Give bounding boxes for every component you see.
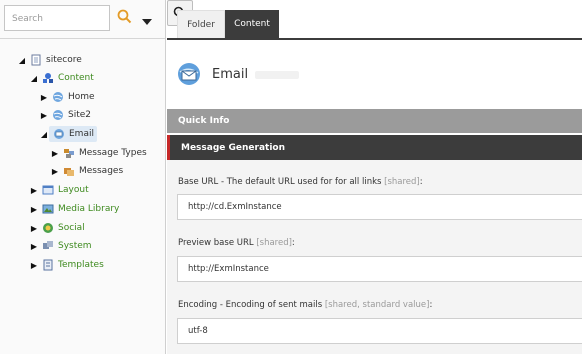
- content-tree-panel: ◢ sitecore ◢ Content ▶ Home ▶: [0, 0, 166, 354]
- tree-item-label: Email: [69, 129, 94, 139]
- chevron-down-icon[interactable]: [141, 12, 153, 25]
- search-icon[interactable]: [116, 8, 134, 26]
- item-title: Email: [212, 67, 249, 82]
- selected-item[interactable]: Email: [49, 126, 97, 142]
- collapsed-arrow-icon[interactable]: ▶: [50, 166, 60, 176]
- content-editor-window: ◢ sitecore ◢ Content ▶ Home ▶: [0, 0, 582, 354]
- tree-item-site2[interactable]: ▶ Site2: [39, 107, 91, 123]
- tree-item-sitecore[interactable]: ◢ sitecore: [17, 52, 82, 68]
- social-icon: [43, 223, 53, 233]
- tree-item-message-types[interactable]: ▶ Message Types: [50, 145, 147, 161]
- tree-item-label: Site2: [68, 110, 92, 120]
- base-url-label: Base URL - The default URL used for for …: [178, 177, 423, 187]
- tree-item-label: Content: [58, 73, 94, 83]
- messages-icon: [64, 168, 74, 176]
- tree-item-label: sitecore: [46, 55, 82, 65]
- tab-folder[interactable]: Folder: [177, 10, 225, 38]
- media-library-icon: [42, 204, 54, 214]
- search-input[interactable]: [5, 7, 109, 31]
- item-subtitle-placeholder: [255, 71, 299, 79]
- item-header: Email: [167, 42, 582, 108]
- search-field[interactable]: [4, 5, 110, 31]
- tree-item-content[interactable]: ◢ Content: [29, 70, 94, 86]
- fields-panel: Base URL - The default URL used for for …: [167, 160, 582, 354]
- tree-item-email[interactable]: ◢ Email: [39, 126, 97, 142]
- collapsed-arrow-icon[interactable]: ▶: [50, 148, 60, 158]
- tree-item-layout[interactable]: ▶ Layout: [29, 182, 89, 198]
- tree-item-label: Social: [58, 223, 85, 233]
- tab-content[interactable]: Content: [225, 10, 279, 38]
- collapsed-arrow-icon[interactable]: ▶: [39, 92, 49, 102]
- expanded-arrow-icon[interactable]: ◢: [29, 73, 39, 83]
- divider: [0, 38, 165, 39]
- base-url-field[interactable]: http://cd.ExmInstance: [177, 194, 582, 220]
- preview-url-field[interactable]: http://ExmInstance: [177, 256, 582, 282]
- tree-item-label: Home: [68, 92, 95, 102]
- tree-item-label: Templates: [58, 260, 104, 270]
- message-types-icon: [64, 149, 74, 158]
- tree-item-templates[interactable]: ▶ Templates: [29, 257, 104, 273]
- email-globe-icon: [54, 129, 64, 139]
- tree-item-label: System: [58, 241, 92, 251]
- preview-url-label: Preview base URL [shared]:: [178, 238, 295, 248]
- tree-item-label: Message Types: [79, 148, 147, 158]
- collapsed-arrow-icon[interactable]: ▶: [29, 185, 39, 195]
- collapsed-arrow-icon[interactable]: ▶: [39, 110, 49, 120]
- encoding-label: Encoding - Encoding of sent mails [share…: [178, 300, 433, 310]
- globe-icon: [53, 92, 63, 102]
- content-icon: [43, 73, 53, 83]
- tree-item-label: Messages: [79, 166, 124, 176]
- collapsed-arrow-icon[interactable]: ▶: [29, 241, 39, 251]
- section-quick-info[interactable]: Quick Info: [167, 109, 582, 133]
- collapsed-arrow-icon[interactable]: ▶: [29, 223, 39, 233]
- expanded-arrow-icon[interactable]: ◢: [39, 129, 49, 139]
- templates-icon: [43, 259, 53, 271]
- tree-item-social[interactable]: ▶ Social: [29, 220, 85, 236]
- tree-item-system[interactable]: ▶ System: [29, 238, 92, 254]
- tree-item-label: Layout: [58, 185, 89, 195]
- globe-icon: [53, 110, 63, 120]
- tree-item-label: Media Library: [58, 204, 120, 214]
- tree-item-messages[interactable]: ▶ Messages: [50, 163, 123, 179]
- email-icon: [178, 63, 200, 85]
- document-icon: [31, 54, 41, 66]
- collapsed-arrow-icon[interactable]: ▶: [29, 204, 39, 214]
- ribbon-tab-bar: Folder Content: [167, 0, 582, 40]
- system-icon: [43, 241, 53, 249]
- tree-item-media-library[interactable]: ▶ Media Library: [29, 201, 119, 217]
- tree-item-home[interactable]: ▶ Home: [39, 89, 95, 105]
- section-message-generation[interactable]: Message Generation: [167, 135, 582, 160]
- expanded-arrow-icon[interactable]: ◢: [17, 55, 27, 65]
- layout-icon: [42, 185, 54, 195]
- collapsed-arrow-icon[interactable]: ▶: [29, 260, 39, 270]
- encoding-field[interactable]: utf-8: [177, 318, 582, 344]
